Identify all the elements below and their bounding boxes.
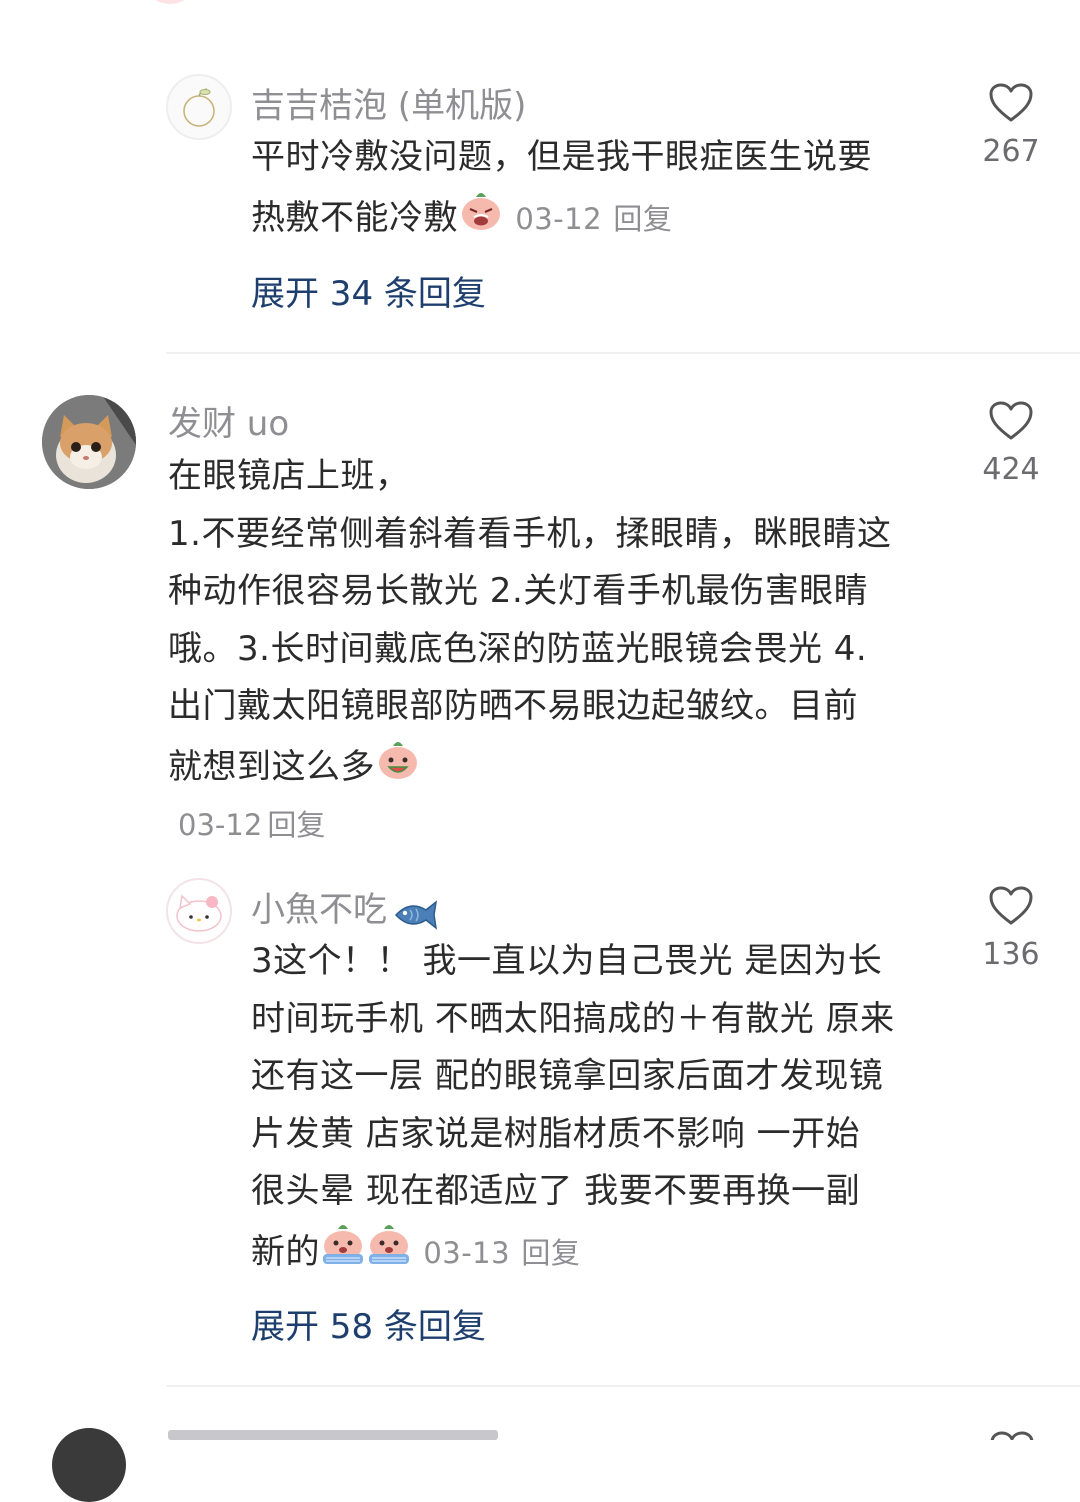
- comment-text: 在眼镜店上班， 1.不要经常侧着斜着看手机，揉眼睛，眯眼睛这 种动作很容易长散光…: [168, 448, 968, 800]
- comment-line: 哦。3.长时间戴底色深的防蓝光眼镜会畏光 4.: [168, 628, 868, 669]
- expand-replies-button[interactable]: 展开 34 条回复: [251, 266, 486, 315]
- comment-line: 3这个！！ 我一直以为自己畏光 是因为长: [251, 941, 883, 981]
- heart-icon: [989, 886, 1033, 925]
- comment-line: 在眼镜店上班，: [168, 456, 410, 496]
- heart-icon: [989, 1430, 1035, 1440]
- hello-kitty-icon: [176, 894, 222, 932]
- like-count: 267: [982, 134, 1040, 169]
- comment-text: 平时冷敷没问题，但是我干眼症医生说要 热敷不能冷敷 03-12 回复: [251, 129, 951, 251]
- avatar-partial: [52, 1428, 126, 1502]
- username-partial: [168, 1430, 498, 1440]
- heart-icon: [989, 83, 1033, 122]
- comment-meta: 03-12 回复: [178, 802, 325, 844]
- comment-date: 03-13: [423, 1235, 511, 1270]
- avatar[interactable]: [42, 395, 136, 489]
- divider: [166, 352, 1080, 354]
- comment-line-last: 热敷不能冷敷 03-12 回复: [251, 187, 951, 252]
- comment-line: 平时冷敷没问题，但是我干眼症医生说要: [251, 137, 872, 177]
- comment-line: 片发黄 店家说是树脂材质不影响 一开始: [251, 1113, 861, 1154]
- divider: [166, 1385, 1080, 1387]
- avatar[interactable]: [166, 74, 232, 140]
- username[interactable]: 吉吉桔泡 (单机版): [251, 78, 526, 127]
- reply-button[interactable]: 回复: [267, 808, 325, 842]
- comment-line-text: 新的: [251, 1231, 320, 1272]
- like-count: 136: [982, 937, 1040, 972]
- username[interactable]: 小魚不吃: [251, 890, 387, 930]
- like-button[interactable]: 424: [966, 400, 1056, 487]
- comment-line-text: 热敷不能冷敷: [251, 197, 458, 238]
- peach-watermelon-emoji-icon: [375, 736, 421, 801]
- reply-button[interactable]: 回复: [613, 201, 672, 235]
- comment-date: 03-12: [178, 808, 263, 842]
- username[interactable]: 发财 uo: [168, 396, 289, 445]
- comment-line: 很头晕 现在都适应了 我要不要再换一副: [251, 1171, 861, 1211]
- cat-photo: [42, 395, 136, 489]
- comment-line-last: 就想到这么多: [168, 736, 968, 801]
- comment-line: 种动作很容易长散光 2.关灯看手机最伤害眼睛: [168, 571, 869, 611]
- orange-icon: [183, 88, 215, 127]
- comment-line-text: 就想到这么多: [168, 746, 375, 787]
- peach-crying-emoji-icon: [366, 1221, 412, 1286]
- comment-line: 时间玩手机 不晒太阳搞成的＋有散光 原来: [251, 998, 895, 1039]
- like-button[interactable]: 136: [966, 885, 1056, 972]
- partial-avatar-top: [148, 0, 192, 4]
- comment-line: 出门戴太阳镜眼部防晒不易眼边起皱纹。目前: [168, 686, 858, 726]
- like-count: 424: [982, 452, 1040, 487]
- peach-angry-emoji-icon: [458, 187, 504, 252]
- reply-button[interactable]: 回复: [521, 1235, 580, 1269]
- comment-text: 3这个！！ 我一直以为自己畏光 是因为长 时间玩手机 不晒太阳搞成的＋有散光 原…: [251, 933, 971, 1285]
- comment-line: 1.不要经常侧着斜着看手机，揉眼睛，眯眼睛这: [168, 513, 892, 554]
- comment-line-last: 新的 03-13 回复: [251, 1221, 971, 1286]
- comment-date: 03-12: [515, 201, 603, 236]
- avatar[interactable]: [166, 878, 232, 944]
- username-row: 小魚不吃: [251, 882, 438, 936]
- peach-crying-emoji-icon: [320, 1221, 366, 1286]
- like-button[interactable]: 267: [966, 82, 1056, 169]
- fish-icon: [392, 898, 438, 936]
- comment-line: 还有这一层 配的眼镜拿回家后面才发现镜: [251, 1056, 884, 1096]
- heart-icon: [989, 401, 1033, 440]
- expand-replies-button[interactable]: 展开 58 条回复: [251, 1299, 486, 1348]
